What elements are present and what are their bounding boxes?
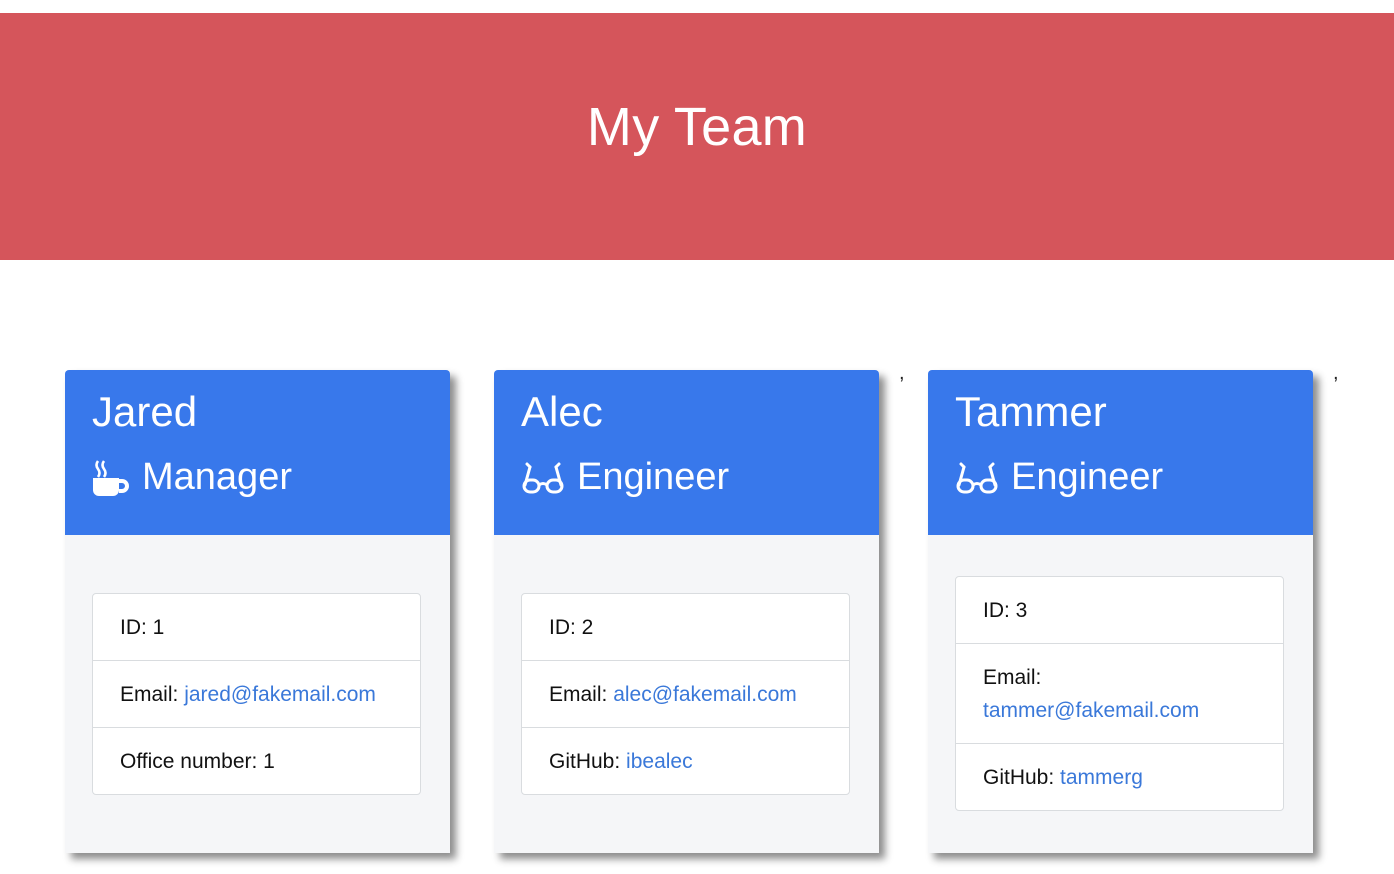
list-item-github: GitHub: ibealec [522, 727, 849, 794]
list-item-id: ID: 2 [522, 594, 849, 660]
id-text: ID: 1 [120, 615, 165, 639]
employee-role: Engineer [521, 456, 729, 499]
email-link[interactable]: tammer@fakemail.com [983, 694, 1199, 727]
list-item-email: Email: tammer@fakemail.com [956, 643, 1283, 743]
stray-comma: , [1333, 362, 1339, 384]
role-label: Manager [142, 456, 292, 498]
top-strip [0, 0, 1394, 13]
employee-role: Manager [92, 456, 292, 499]
email-label: Email: [549, 682, 608, 706]
github-link[interactable]: ibealec [626, 750, 693, 773]
github-label: GitHub: [549, 749, 621, 773]
email-link[interactable]: jared@fakemail.com [184, 683, 376, 706]
glasses-icon [522, 462, 564, 493]
role-label: Engineer [1011, 456, 1164, 498]
list-item-id: ID: 1 [93, 594, 420, 660]
employee-role: Engineer [955, 456, 1163, 499]
id-text: ID: 3 [983, 598, 1028, 622]
employee-details-list: ID: 2 Email: alec@fakemail.com GitHub: i… [521, 593, 850, 795]
page-banner: My Team [0, 13, 1394, 260]
id-text: ID: 2 [549, 615, 594, 639]
card-header: Jared Manager [65, 370, 450, 535]
list-item-office: Office number: 1 [93, 727, 420, 794]
list-item-email: Email: jared@fakemail.com [93, 660, 420, 727]
employee-name: Alec [521, 388, 603, 435]
role-label: Engineer [577, 456, 730, 498]
email-label: Email: [983, 665, 1042, 689]
stray-comma: , [899, 362, 905, 384]
github-link[interactable]: tammerg [1060, 766, 1143, 789]
list-item-email: Email: alec@fakemail.com [522, 660, 849, 727]
email-link[interactable]: alec@fakemail.com [613, 683, 797, 706]
employee-card-engineer: Alec Engineer ID: 2 Email: alec@fakemail… [494, 370, 879, 853]
employee-name: Tammer [955, 388, 1107, 435]
mug-hot-icon [93, 459, 129, 496]
office-number-text: Office number: 1 [120, 749, 275, 773]
card-header: Alec Engineer [494, 370, 879, 535]
employee-details-list: ID: 3 Email: tammer@fakemail.com GitHub:… [955, 576, 1284, 811]
glasses-icon [956, 462, 998, 493]
github-label: GitHub: [983, 765, 1055, 789]
employee-card-engineer: Tammer Engineer ID: 3 Email: tammer@fake… [928, 370, 1313, 853]
list-item-github: GitHub: tammerg [956, 743, 1283, 810]
employee-details-list: ID: 1 Email: jared@fakemail.com Office n… [92, 593, 421, 795]
list-item-id: ID: 3 [956, 577, 1283, 643]
employee-name: Jared [92, 388, 198, 435]
email-label: Email: [120, 682, 179, 706]
employee-card-manager: Jared Manager ID: 1 Email: jared@fakemai… [65, 370, 450, 853]
card-header: Tammer Engineer [928, 370, 1313, 535]
page-title: My Team [586, 96, 808, 157]
